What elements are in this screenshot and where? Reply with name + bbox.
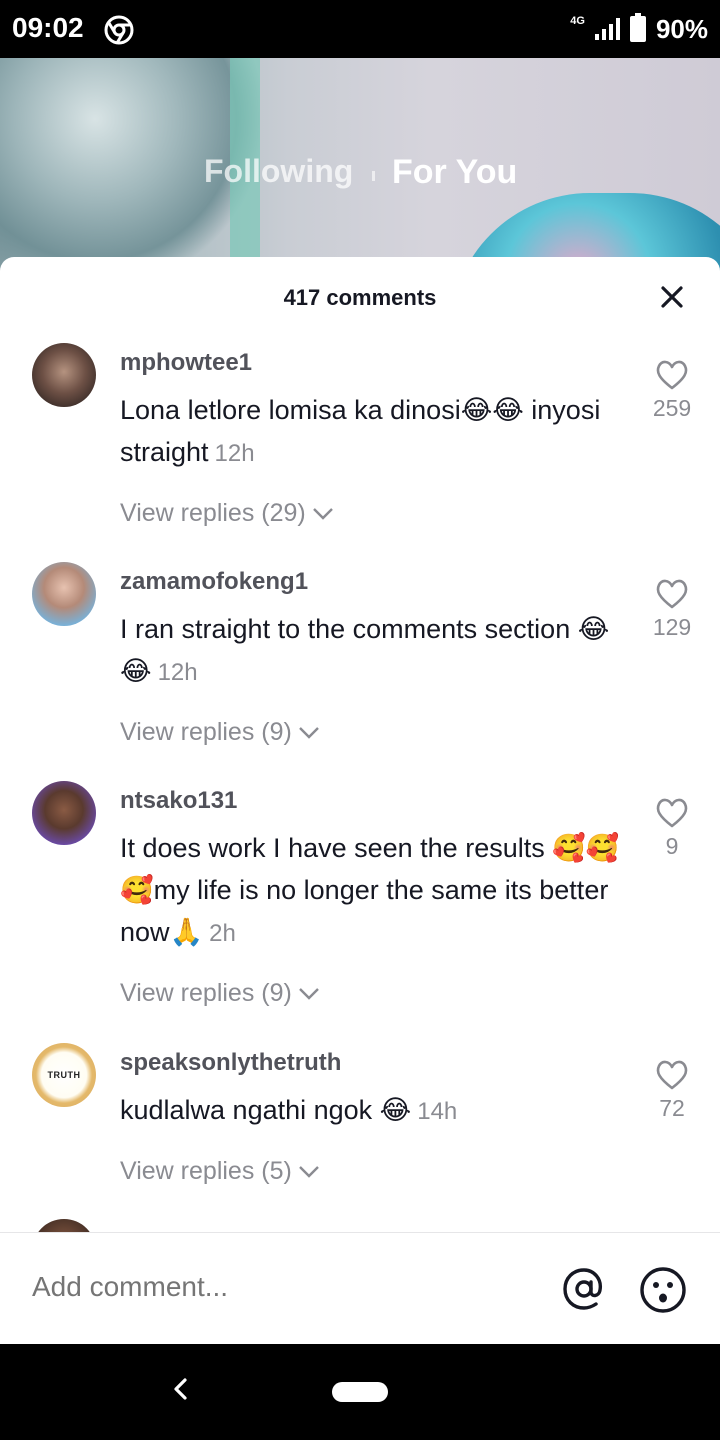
- system-nav-bar: [0, 1344, 720, 1440]
- view-replies-label: View replies (9): [120, 979, 292, 1007]
- home-button[interactable]: [332, 1382, 388, 1402]
- heart-icon: [656, 1060, 688, 1090]
- comment-text: It does work I have seen the results 🥰🥰🥰…: [120, 827, 635, 955]
- comment-time: 2h: [209, 920, 236, 947]
- network-type: 4G: [570, 15, 585, 27]
- like-count: 259: [652, 395, 692, 421]
- view-replies-button[interactable]: View replies (9): [120, 718, 320, 747]
- like-count: 9: [665, 833, 679, 859]
- comment-username[interactable]: mphowtee1: [120, 349, 252, 377]
- view-replies-label: View replies (5): [120, 1157, 292, 1185]
- view-replies-button[interactable]: View replies (29): [120, 499, 334, 528]
- heart-icon: [656, 360, 688, 390]
- view-replies-label: View replies (9): [120, 718, 292, 746]
- comment-username[interactable]: ntsako131: [120, 787, 237, 815]
- chevron-down-icon: [298, 1165, 319, 1178]
- add-comment-input[interactable]: [32, 1271, 512, 1303]
- comment-username[interactable]: speaksonlythetruth: [120, 1049, 341, 1077]
- status-indicators: 4G 90%: [570, 12, 708, 46]
- comments-sheet: 417 comments mphowtee1 Lona letlore lomi…: [0, 257, 720, 1344]
- comment-item: ntsako131 It does work I have seen the r…: [0, 781, 720, 1021]
- like-count: 72: [659, 1095, 685, 1121]
- chevron-down-icon: [312, 507, 333, 520]
- comments-count-title: 417 comments: [283, 285, 437, 310]
- like-button[interactable]: 72: [640, 1059, 704, 1122]
- chevron-down-icon: [298, 726, 319, 739]
- comment-item: mphowtee1 Lona letlore lomisa ka dinosi😂…: [0, 343, 720, 543]
- avatar[interactable]: [32, 343, 96, 407]
- at-sign-icon[interactable]: [560, 1265, 608, 1313]
- comment-time: 14h: [417, 1098, 458, 1125]
- comment-body: Lona letlore lomisa ka dinosi😂😂 inyosi s…: [120, 395, 601, 467]
- chevron-down-icon: [298, 987, 319, 1000]
- avatar[interactable]: [32, 562, 96, 626]
- heart-icon: [656, 579, 688, 609]
- comment-time: 12h: [214, 440, 255, 467]
- battery-icon: [629, 13, 646, 42]
- view-replies-button[interactable]: View replies (9): [120, 979, 320, 1008]
- view-replies-button[interactable]: View replies (5): [120, 1157, 320, 1186]
- video-background: Following For You: [0, 58, 720, 278]
- comment-text: Lona letlore lomisa ka dinosi😂😂 inyosi s…: [120, 389, 635, 475]
- like-count: 129: [652, 614, 692, 640]
- like-button[interactable]: 129: [640, 578, 704, 641]
- back-chevron-icon[interactable]: [168, 1374, 192, 1404]
- signal-icon: [594, 18, 620, 40]
- comment-time: 12h: [157, 659, 198, 686]
- comment-username[interactable]: zamamofokeng1: [120, 568, 308, 596]
- comment-body: It does work I have seen the results 🥰🥰🥰…: [120, 833, 620, 947]
- tab-separator: [372, 171, 375, 181]
- avatar[interactable]: TRUTH: [32, 1043, 96, 1107]
- comment-item: TRUTH speaksonlythetruth kudlalwa ngathi…: [0, 1043, 720, 1203]
- chrome-icon: [104, 15, 134, 45]
- status-time: 09:02: [12, 12, 84, 43]
- comment-item: zamamofokeng1 I ran straight to the comm…: [0, 562, 720, 762]
- smiley-icon[interactable]: [638, 1265, 688, 1315]
- heart-icon: [656, 798, 688, 828]
- tab-following[interactable]: Following: [204, 153, 353, 190]
- comment-text: I ran straight to the comments section 😂…: [120, 608, 635, 694]
- battery-percent: 90%: [655, 13, 708, 44]
- like-button[interactable]: 259: [640, 359, 704, 422]
- close-icon[interactable]: [656, 281, 688, 313]
- tab-for-you[interactable]: For You: [392, 153, 517, 192]
- comment-text: kudlalwa ngathi ngok 😂 14h: [120, 1089, 635, 1133]
- view-replies-label: View replies (29): [120, 499, 306, 527]
- comment-body: kudlalwa ngathi ngok 😂: [120, 1095, 412, 1125]
- avatar[interactable]: [32, 781, 96, 845]
- status-bar: 09:02 4G 90%: [0, 0, 720, 58]
- comment-input-bar: [0, 1232, 720, 1344]
- like-button[interactable]: 9: [640, 797, 704, 860]
- avatar-label: TRUTH: [47, 1070, 81, 1080]
